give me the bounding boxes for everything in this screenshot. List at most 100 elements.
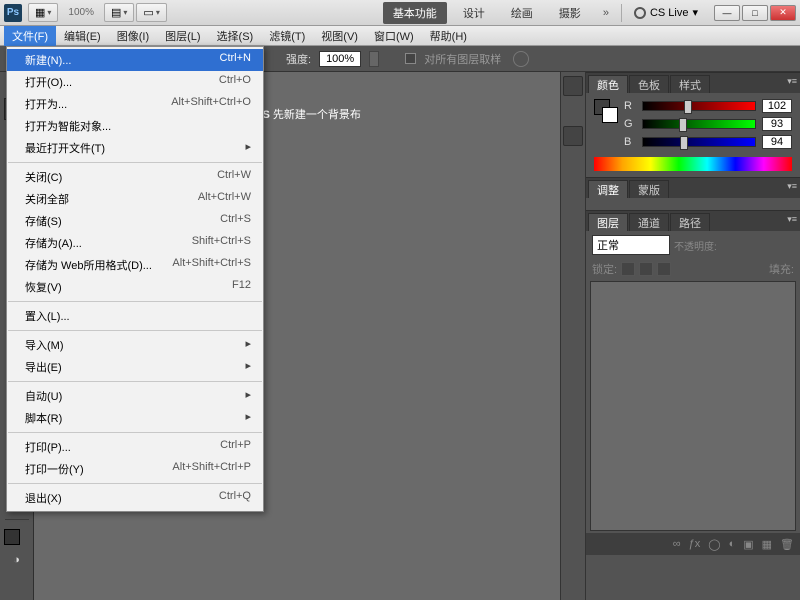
- bridge-icon: ▦: [35, 6, 45, 19]
- blend-mode-select[interactable]: 正常: [592, 235, 670, 255]
- tab-paths[interactable]: 路径: [670, 213, 710, 231]
- window-minimize-button[interactable]: —: [714, 5, 740, 21]
- sample-all-label: 对所有图层取样: [424, 51, 501, 67]
- menu-window[interactable]: 窗口(W): [366, 26, 422, 46]
- channel-r-label: R: [624, 100, 636, 112]
- new-layer-icon[interactable]: ▦: [762, 538, 772, 551]
- workspace-design[interactable]: 设计: [453, 2, 495, 24]
- quick-mask-button[interactable]: ◑: [4, 549, 30, 571]
- fill-label: 填充:: [769, 261, 794, 277]
- launch-bridge-button[interactable]: ▦▾: [28, 3, 58, 22]
- file-menu-dropdown: 新建(N)...Ctrl+N打开(O)...Ctrl+O打开为...Alt+Sh…: [6, 46, 264, 512]
- workspace-photography[interactable]: 摄影: [549, 2, 591, 24]
- grid-icon: ▤: [111, 6, 121, 19]
- channel-b-label: B: [624, 136, 636, 148]
- layers-list[interactable]: [590, 281, 796, 531]
- tab-channels[interactable]: 通道: [629, 213, 669, 231]
- file-menu-item[interactable]: 导入(M)▸: [7, 334, 263, 356]
- hue-strip[interactable]: [594, 157, 792, 171]
- sample-all-checkbox[interactable]: [405, 53, 416, 64]
- history-icon[interactable]: [563, 126, 583, 146]
- channel-g-label: G: [624, 118, 636, 130]
- file-menu-item[interactable]: 新建(N)...Ctrl+N: [7, 49, 263, 71]
- tab-layers[interactable]: 图层: [588, 213, 628, 231]
- file-menu-item[interactable]: 脚本(R)▸: [7, 407, 263, 429]
- file-menu-item[interactable]: 关闭(C)Ctrl+W: [7, 166, 263, 188]
- tab-adjustments[interactable]: 调整: [588, 180, 628, 198]
- cs-live-icon: [634, 7, 646, 19]
- tab-styles[interactable]: 样式: [670, 75, 710, 93]
- file-menu-item[interactable]: 打开(O)...Ctrl+O: [7, 71, 263, 93]
- file-menu-item[interactable]: 存储为 Web所用格式(D)...Alt+Shift+Ctrl+S: [7, 254, 263, 276]
- link-layers-icon[interactable]: ∞: [673, 538, 681, 550]
- file-menu-item[interactable]: 存储为(A)...Shift+Ctrl+S: [7, 232, 263, 254]
- file-menu-item[interactable]: 自动(U)▸: [7, 385, 263, 407]
- panel-menu-icon[interactable]: ▾≡: [787, 214, 797, 225]
- slider-g[interactable]: [642, 119, 756, 129]
- workspace-essentials[interactable]: 基本功能: [383, 2, 447, 24]
- adjustment-layer-icon[interactable]: ◐: [729, 538, 736, 550]
- layers-panel: 图层 通道 路径 ▾≡ 正常 不透明度: 锁定: 填充:: [586, 210, 800, 600]
- menu-select[interactable]: 选择(S): [209, 26, 262, 46]
- group-icon[interactable]: ▣: [743, 538, 753, 551]
- window-close-button[interactable]: ✕: [770, 5, 796, 21]
- cs-live-button[interactable]: CS Live ▾: [628, 6, 704, 19]
- slider-r[interactable]: [642, 101, 756, 111]
- file-menu-item[interactable]: 退出(X)Ctrl+Q: [7, 487, 263, 509]
- menu-file[interactable]: 文件(F): [4, 26, 56, 46]
- tab-color[interactable]: 颜色: [588, 75, 628, 93]
- slider-b[interactable]: [642, 137, 756, 147]
- tablet-pressure-icon[interactable]: [513, 51, 529, 67]
- foreground-swatch[interactable]: [4, 529, 20, 545]
- strength-field[interactable]: 100%: [319, 51, 361, 67]
- value-g[interactable]: [762, 117, 792, 131]
- file-menu-item[interactable]: 存储(S)Ctrl+S: [7, 210, 263, 232]
- tab-swatches[interactable]: 色板: [629, 75, 669, 93]
- strength-stepper[interactable]: [369, 51, 379, 67]
- app-logo: Ps: [4, 4, 22, 22]
- lock-all-icon[interactable]: [657, 262, 671, 276]
- file-menu-item[interactable]: 置入(L)...: [7, 305, 263, 327]
- lock-label: 锁定:: [592, 261, 617, 277]
- strength-label: 强度:: [286, 51, 311, 67]
- file-menu-item[interactable]: 打开为...Alt+Shift+Ctrl+O: [7, 93, 263, 115]
- fg-bg-swatches[interactable]: [594, 99, 618, 123]
- panel-menu-icon[interactable]: ▾≡: [787, 76, 797, 87]
- opacity-label: 不透明度:: [674, 238, 717, 253]
- value-r[interactable]: [762, 99, 792, 113]
- menu-edit[interactable]: 编辑(E): [56, 26, 109, 46]
- layer-mask-icon[interactable]: ◯: [708, 538, 720, 551]
- menu-help[interactable]: 帮助(H): [422, 26, 475, 46]
- panel-menu-icon[interactable]: ▾≡: [787, 181, 797, 192]
- file-menu-item[interactable]: 最近打开文件(T)▸: [7, 137, 263, 159]
- delete-layer-icon[interactable]: 🗑: [780, 538, 794, 551]
- file-menu-item[interactable]: 打开为智能对象...: [7, 115, 263, 137]
- app-bar: Ps ▦▾ 100% ▤▾ ▭▾ 基本功能 设计 绘画 摄影 » CS Live…: [0, 0, 800, 26]
- lock-pixels-icon[interactable]: [621, 262, 635, 276]
- menu-image[interactable]: 图像(I): [109, 26, 157, 46]
- mini-bridge-icon[interactable]: [563, 76, 583, 96]
- file-menu-item[interactable]: 关闭全部Alt+Ctrl+W: [7, 188, 263, 210]
- collapsed-dock: [560, 72, 586, 600]
- workspace-painting[interactable]: 绘画: [501, 2, 543, 24]
- layers-footer: ∞ ƒx ◯ ◐ ▣ ▦ 🗑: [586, 533, 800, 555]
- file-menu-item[interactable]: 打印一份(Y)Alt+Shift+Ctrl+P: [7, 458, 263, 480]
- layer-style-icon[interactable]: ƒx: [689, 538, 701, 550]
- screen-icon: ▭: [143, 6, 153, 19]
- value-b[interactable]: [762, 135, 792, 149]
- lock-position-icon[interactable]: [639, 262, 653, 276]
- tab-masks[interactable]: 蒙版: [629, 180, 669, 198]
- file-menu-item[interactable]: 恢复(V)F12: [7, 276, 263, 298]
- chevron-down-icon: ▾: [692, 6, 698, 19]
- screen-mode-button[interactable]: ▭▾: [136, 3, 166, 22]
- more-workspaces[interactable]: »: [597, 7, 615, 19]
- menu-filter[interactable]: 滤镜(T): [261, 26, 313, 46]
- file-menu-item[interactable]: 导出(E)▸: [7, 356, 263, 378]
- menu-view[interactable]: 视图(V): [313, 26, 366, 46]
- arrange-docs-button[interactable]: ▤▾: [104, 3, 134, 22]
- file-menu-item[interactable]: 打印(P)...Ctrl+P: [7, 436, 263, 458]
- color-panel: 颜色 色板 样式 ▾≡ R G: [586, 72, 800, 177]
- menu-layer[interactable]: 图层(L): [157, 26, 208, 46]
- zoom-value[interactable]: 100%: [64, 7, 98, 18]
- window-maximize-button[interactable]: □: [742, 5, 768, 21]
